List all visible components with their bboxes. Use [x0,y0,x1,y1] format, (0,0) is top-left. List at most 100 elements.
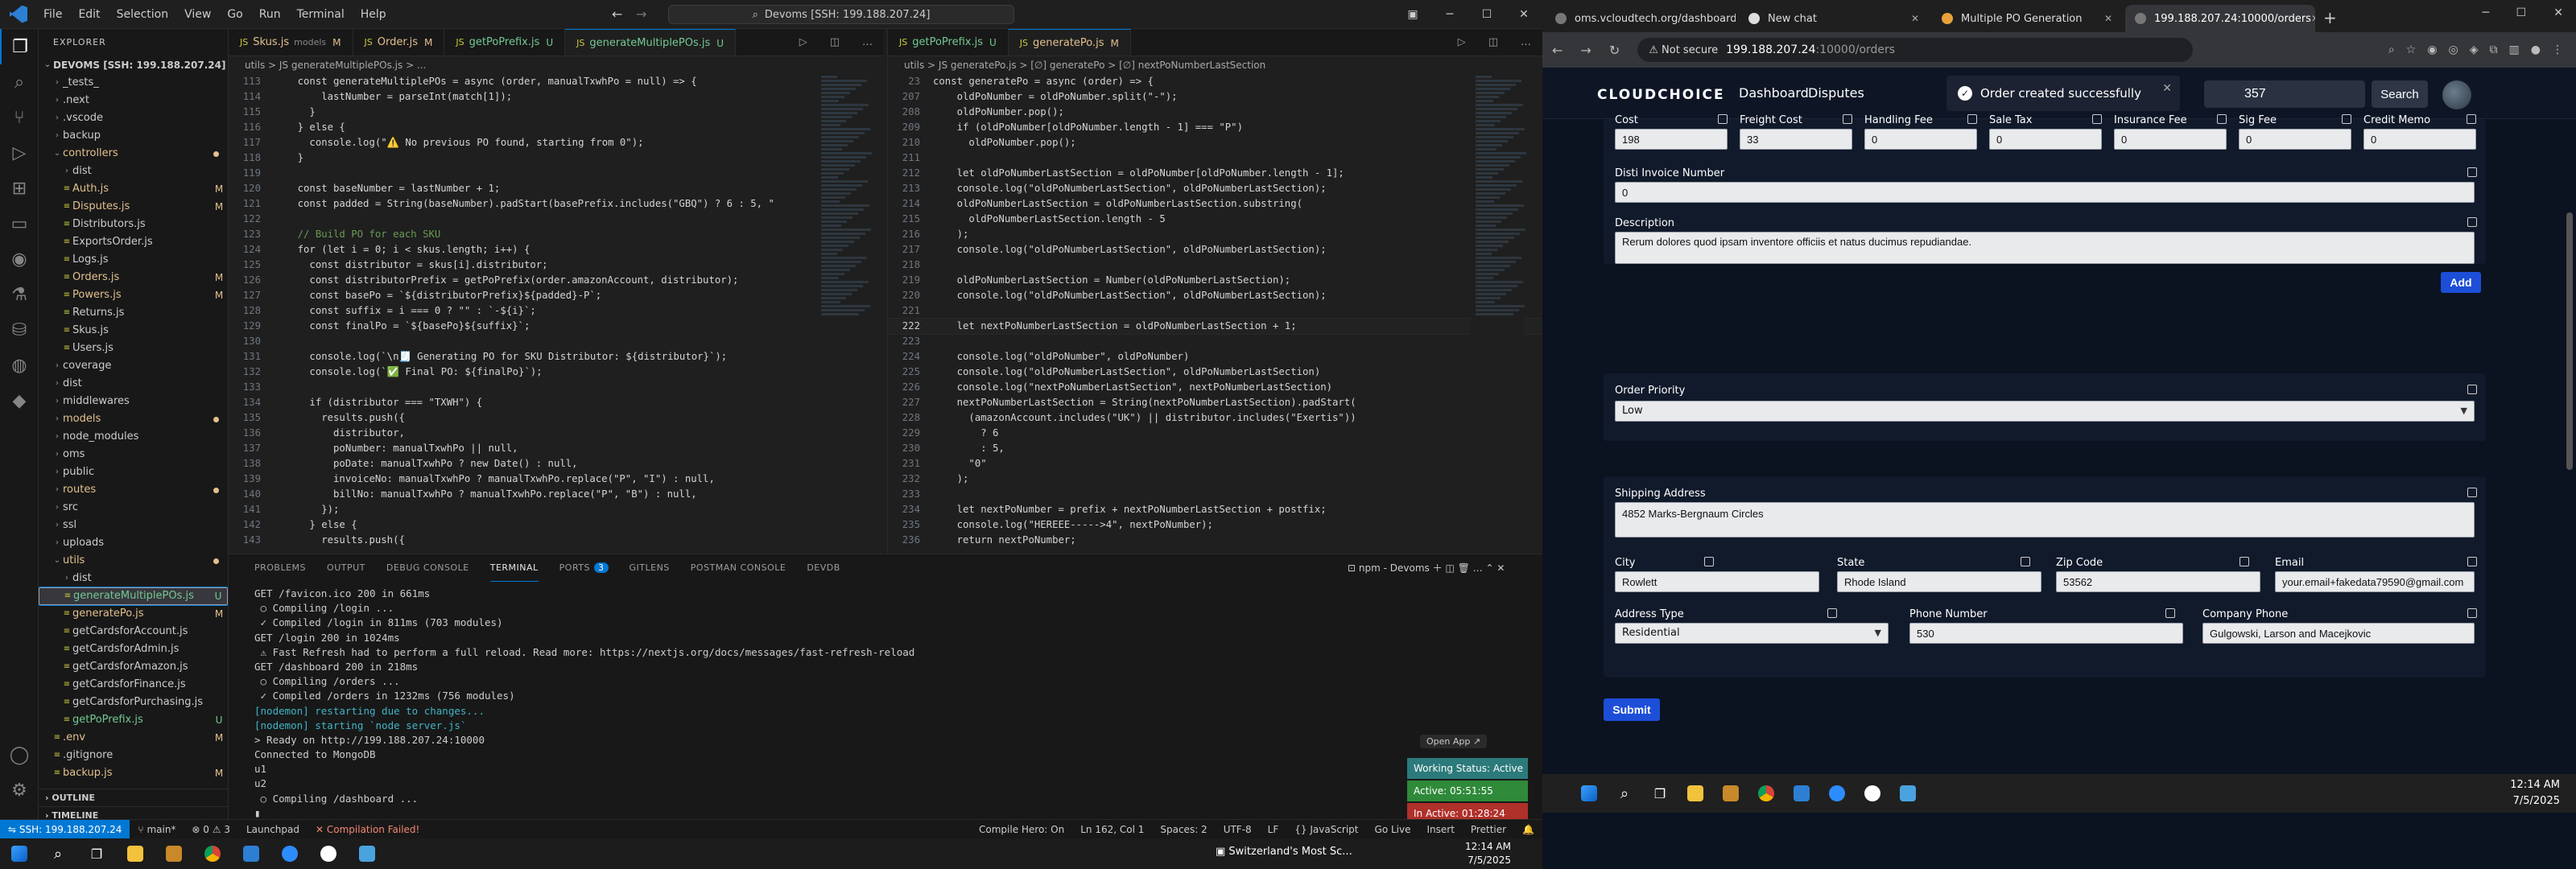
notifications-icon[interactable]: 🔔 [1522,824,1534,835]
problems-count[interactable]: ⊗ 0 ⚠ 3 [192,824,230,835]
copy-icon[interactable] [2467,114,2476,124]
address-type-select[interactable]: Residential ▼ [1615,623,1889,644]
folder-item[interactable]: › models [39,410,228,428]
folder-item[interactable]: › backup [39,127,228,145]
panel-tab-terminal[interactable]: TERMINAL [489,554,539,582]
remote-explorer-icon[interactable]: ▭ [0,206,39,241]
copy-icon[interactable] [2467,608,2477,618]
explorer-icon[interactable]: ❐ [0,29,39,64]
start-icon[interactable] [1571,777,1607,809]
copy-icon[interactable] [1967,114,1977,124]
database-icon[interactable]: ⛁ [0,312,39,348]
split-editor-icon[interactable]: ◫ [1477,29,1509,56]
search-icon[interactable]: ⌕ [1607,777,1642,809]
browser-tab[interactable]: Multiple PO Generation ✕ [1932,5,2122,32]
code-editor-right[interactable]: 23 const generatePo = async (order) => {2… [888,74,1542,548]
split-terminal-icon[interactable]: ◫ [1445,562,1454,574]
cost-field-input[interactable] [1615,129,1728,150]
minimap-left[interactable] [816,74,872,554]
browser-tab[interactable]: oms.vcloudtech.org/dashboard✕ [1546,5,1736,32]
zip-input[interactable] [2056,571,2260,592]
extension-icon[interactable]: ◎ [2449,43,2458,56]
minimize-button[interactable]: ─ [1431,0,1468,29]
description-textarea[interactable]: Rerum dolores quod ipsam inventore offic… [1615,232,2475,264]
folder-item[interactable]: ⌄ controllers [39,145,228,163]
copy-icon[interactable] [1718,114,1728,124]
copy-icon[interactable] [2467,557,2477,566]
folder-item[interactable]: › src [39,499,228,517]
close-icon[interactable]: ✕ [2162,82,2172,95]
folder-item[interactable]: › dist [39,375,228,393]
file-item[interactable]: ≡ Logs.js [39,251,228,269]
file-item[interactable]: ≡ Orders.js M [39,269,228,286]
account-icon[interactable]: ◯ [0,737,39,772]
company-phone-input[interactable] [2202,623,2475,644]
maximize-panel-icon[interactable]: ⌃ [1486,562,1494,574]
folder-item[interactable]: › coverage [39,357,228,375]
folder-item[interactable]: › .vscode [39,109,228,127]
cost-field-input[interactable] [1740,129,1852,150]
menu-edit[interactable]: Edit [78,8,100,21]
file-item[interactable]: ≡ Disputes.js M [39,198,228,216]
folder-item[interactable]: › middlewares [39,393,228,410]
file-explorer-icon[interactable] [1678,777,1713,809]
zoom-icon[interactable] [274,842,306,866]
file-item[interactable]: ≡ getCardsforFinance.js [39,676,228,694]
menu-file[interactable]: File [43,8,62,21]
folder-item[interactable]: ⌄ utils [39,552,228,570]
page-scrollbar[interactable] [2566,212,2573,470]
file-item[interactable]: ≡ getCardsforAccount.js [39,623,228,640]
file-item[interactable]: ≡ Auth.js M [39,180,228,198]
weather-widget[interactable]: ▣ Switzerland's Most Sc... [1216,846,1352,858]
menu-help[interactable]: Help [361,8,386,21]
docker-icon[interactable]: ◆ [0,383,39,418]
close-tab-icon[interactable]: ✕ [1911,13,1919,24]
zoom-lens-icon[interactable]: ⌕ [2388,43,2395,56]
source-control-icon[interactable]: ⑂ [0,100,39,135]
terminal-output[interactable]: GET /favicon.ico 200 in 661ms ○ Compilin… [254,587,1365,821]
browser-tab[interactable]: 199.188.207.24:10000/orders ✕ [2125,5,2315,32]
menu-view[interactable]: View [184,8,211,21]
browser-tab[interactable]: New chat ✕ [1739,5,1929,32]
star-icon[interactable]: ☆ [2406,43,2417,56]
search-input[interactable] [2204,80,2365,108]
panel-tab-ports[interactable]: PORTS 3 [559,554,609,582]
search-icon[interactable]: ⌕ [42,842,74,866]
maximize-button[interactable]: ☐ [2516,6,2526,19]
profile-icon[interactable]: ● [2531,43,2541,56]
breadcrumb[interactable]: utils > JS generateMultiplePOs.js > ... [229,56,884,74]
menu-go[interactable]: Go [227,8,242,21]
panel-tab-gitlens[interactable]: GITLENS [630,554,670,582]
nav-disputes[interactable]: Disputes [1808,85,1864,101]
close-button[interactable]: ✕ [2553,6,2563,19]
copy-icon[interactable] [2467,488,2477,497]
editor-tab[interactable]: JS Skus.js models M [229,29,353,56]
file-item[interactable]: ≡ ExportsOrder.js [39,233,228,251]
folder-item[interactable]: › uploads [39,534,228,552]
close-button[interactable]: ✕ [1505,0,1542,29]
nav-back-icon[interactable]: ← [612,6,622,22]
eol[interactable]: LF [1268,824,1279,835]
workspace-root[interactable]: ⌄ DEVOMS [SSH: 199.188.207.24] [39,56,228,74]
reload-icon[interactable]: ↻ [1609,43,1620,58]
indentation[interactable]: Spaces: 2 [1160,824,1207,835]
folder-item[interactable]: › public [39,463,228,481]
outline-section[interactable]: › OUTLINE [39,789,228,806]
cost-field-input[interactable] [1864,129,1977,150]
vscode-taskbar-icon[interactable] [235,842,267,866]
city-input[interactable] [1615,571,1819,592]
chrome-icon[interactable] [1748,777,1784,809]
editor-tab[interactable]: JS generateMultiplePOs.js U [565,29,737,56]
file-item[interactable]: ≡ Skus.js [39,322,228,340]
obs-icon[interactable] [312,842,345,866]
command-center[interactable]: ⌕ Devoms [SSH: 199.188.207.24] [668,5,1014,24]
more-icon[interactable]: … [851,29,884,56]
run-icon[interactable]: ▷ [1447,29,1477,56]
menu-terminal[interactable]: Terminal [297,8,345,21]
menu-dots-icon[interactable]: ⋮ [2552,43,2563,56]
store-icon[interactable] [1713,777,1748,809]
close-tab-icon[interactable]: ✕ [2311,13,2315,24]
split-editor-icon[interactable]: ◫ [819,29,851,56]
chrome-icon[interactable] [196,842,229,866]
copy-icon[interactable] [2240,557,2249,566]
